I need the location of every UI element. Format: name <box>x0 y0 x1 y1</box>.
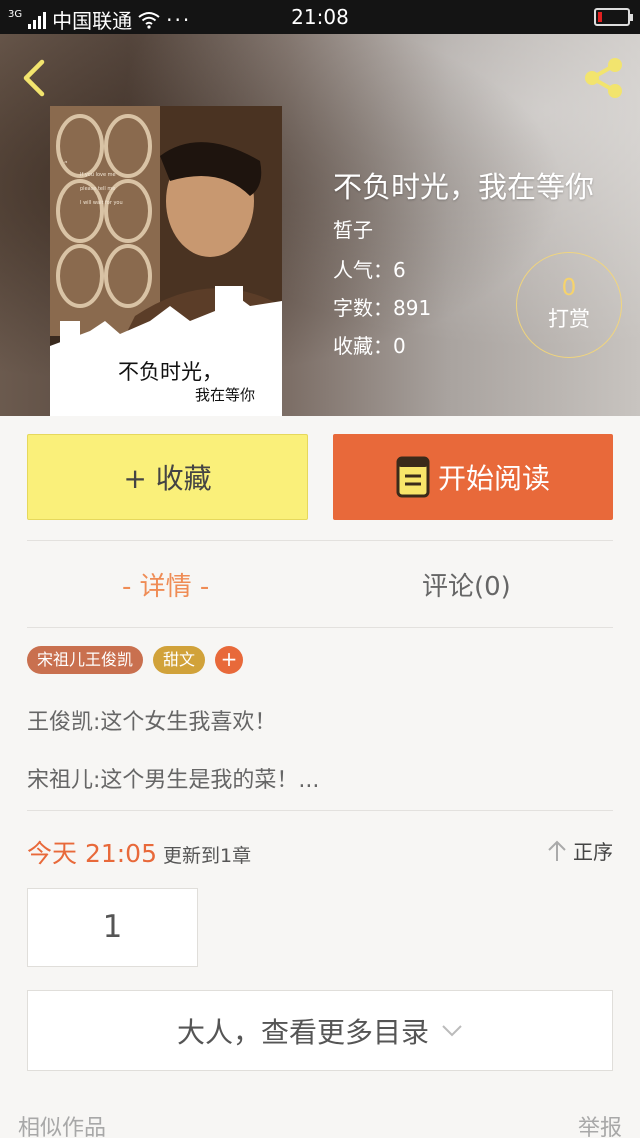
book-author[interactable]: 晳子 <box>333 214 373 243</box>
start-reading-button[interactable]: 开始阅读 <box>333 434 613 520</box>
add-tag-button[interactable]: + <box>215 646 244 674</box>
word-count-value: 891 <box>393 296 432 320</box>
clock: 21:08 <box>291 5 349 29</box>
sort-order-label: 正序 <box>573 840 613 864</box>
status-bar: 3G 中国联通 ··· 21:08 <box>0 0 640 34</box>
cover-title: 不负时光， <box>118 360 223 384</box>
tab-details[interactable]: - 详情 - <box>122 566 209 603</box>
similar-works-heading: 相似作品 <box>18 1116 107 1138</box>
chapter-item[interactable]: 1 <box>27 888 198 967</box>
chevron-down-icon <box>442 1024 462 1036</box>
arrow-up-icon <box>548 840 566 861</box>
svg-text:“: “ <box>64 160 68 168</box>
book-icon <box>396 456 430 498</box>
update-time: 今天 21:05 <box>27 839 157 868</box>
word-count-label: 字数： <box>333 296 393 320</box>
book-title: 不负时光，我在等你 <box>333 170 595 204</box>
popularity-label: 人气： <box>333 258 393 282</box>
popularity-value: 6 <box>393 258 406 282</box>
intro-line: 王俊凯:这个女生我喜欢！ <box>27 710 277 735</box>
svg-text:If you love me: If you love me <box>80 172 116 178</box>
start-reading-label: 开始阅读 <box>437 462 550 495</box>
add-favorite-button[interactable]: + 收藏 <box>27 434 308 520</box>
cover-subtitle: 我在等你 <box>195 386 256 404</box>
tag-item[interactable]: 甜文 <box>153 646 206 674</box>
tip-label: 打赏 <box>548 307 590 331</box>
tip-count: 0 <box>561 275 577 301</box>
battery-icon <box>594 8 633 26</box>
book-cover[interactable]: “ If you love me please tell me I will w… <box>50 106 282 416</box>
svg-text:I will wait for you: I will wait for you <box>80 200 123 206</box>
sort-order-toggle[interactable]: 正序 <box>547 836 613 865</box>
tab-comments[interactable]: 评论(0) <box>422 566 511 603</box>
tag-item[interactable]: 宋祖儿王俊凯 <box>27 646 144 674</box>
share-icon[interactable] <box>580 54 628 102</box>
intro-line[interactable]: 宋祖儿:这个男生是我的菜！... <box>27 762 319 794</box>
svg-text:please tell me: please tell me <box>80 186 115 192</box>
popularity-stat: 人气：6 <box>333 254 406 283</box>
add-favorite-label: + 收藏 <box>123 462 212 495</box>
divider <box>27 810 613 811</box>
word-count-stat: 字数：891 <box>333 292 431 321</box>
update-text: 更新到1章 <box>163 845 252 867</box>
update-info: 今天 21:05 更新到1章 <box>27 834 251 870</box>
divider <box>27 540 613 541</box>
tip-button[interactable]: 0 打赏 <box>516 252 622 358</box>
battery-level <box>598 12 602 22</box>
favorites-stat: 收藏：0 <box>333 330 406 359</box>
back-icon[interactable] <box>18 58 50 98</box>
report-link[interactable]: 举报 <box>578 1110 622 1138</box>
tag-list: 宋祖儿王俊凯 甜文 + <box>27 646 244 674</box>
book-header: “ If you love me please tell me I will w… <box>0 34 640 416</box>
favorites-value: 0 <box>393 334 406 358</box>
more-catalog-label: 大人，查看更多目录 <box>176 1015 429 1049</box>
divider <box>27 627 613 628</box>
more-catalog-button[interactable]: 大人，查看更多目录 <box>27 990 613 1071</box>
favorites-label: 收藏： <box>333 334 393 358</box>
